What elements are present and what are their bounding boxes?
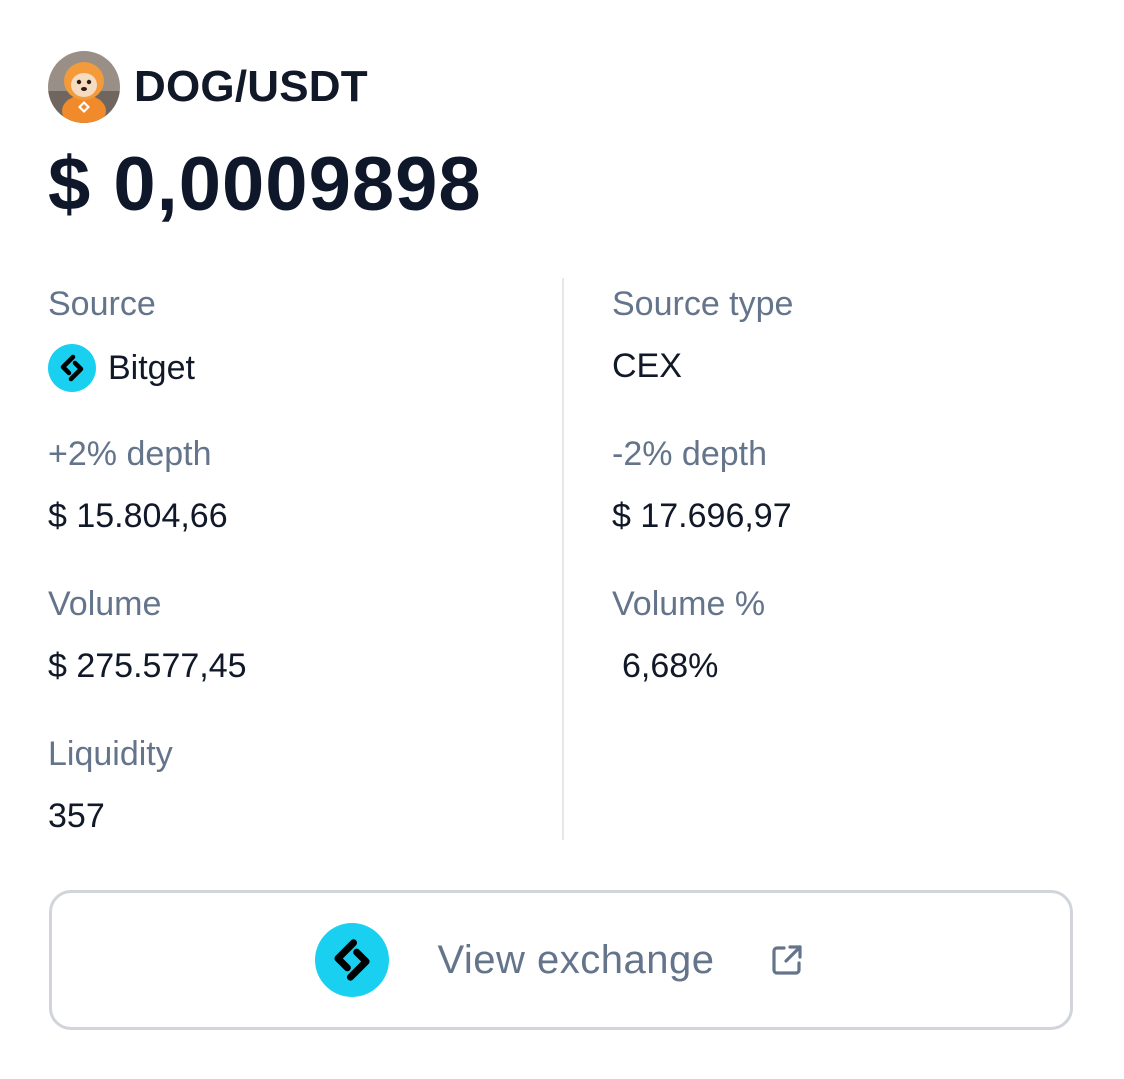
- stat-source-type: Source type CEX: [612, 282, 793, 388]
- stat-label: -2% depth: [612, 435, 767, 473]
- stat-label: +2% depth: [48, 435, 212, 473]
- stat-liquidity: Liquidity 357: [48, 732, 173, 838]
- stat-label: Volume: [48, 585, 162, 623]
- bitget-logo-icon: [315, 923, 390, 997]
- stat-depth-plus: +2% depth $ 15.804,66: [48, 432, 228, 538]
- stat-value: Bitget: [48, 344, 195, 392]
- pair-name: DOG/USDT: [134, 62, 368, 111]
- stat-volume: Volume $ 275.577,45: [48, 582, 247, 688]
- stat-label: Volume %: [612, 585, 766, 623]
- stat-label: Source type: [612, 285, 794, 323]
- source-name: Bitget: [108, 349, 195, 387]
- stat-value: 6,68%: [622, 647, 719, 685]
- stat-value: $ 275.577,45: [48, 647, 247, 685]
- stat-label: Liquidity: [48, 735, 173, 773]
- view-exchange-button[interactable]: View exchange: [49, 890, 1073, 1030]
- stat-value: 357: [48, 797, 105, 835]
- stat-depth-minus: -2% depth $ 17.696,97: [612, 432, 792, 538]
- stat-value: $ 17.696,97: [612, 497, 792, 535]
- view-exchange-label: View exchange: [437, 937, 715, 982]
- price-value: $ 0,0009898: [48, 142, 482, 227]
- market-source-card: DOG/USDT $ 0,0009898 Source Bitget +2% d…: [0, 0, 1124, 1079]
- bitget-logo-icon: [48, 344, 96, 392]
- column-divider: [562, 278, 564, 840]
- stat-value: CEX: [612, 347, 682, 385]
- dog-avatar-icon: [48, 51, 120, 123]
- stat-value: $ 15.804,66: [48, 497, 228, 535]
- pair-header: DOG/USDT: [48, 50, 368, 124]
- stat-volume-pct: Volume % 6,68%: [612, 582, 765, 688]
- external-link-icon: [767, 940, 807, 980]
- stat-label: Source: [48, 285, 156, 323]
- stat-source: Source Bitget: [48, 282, 195, 392]
